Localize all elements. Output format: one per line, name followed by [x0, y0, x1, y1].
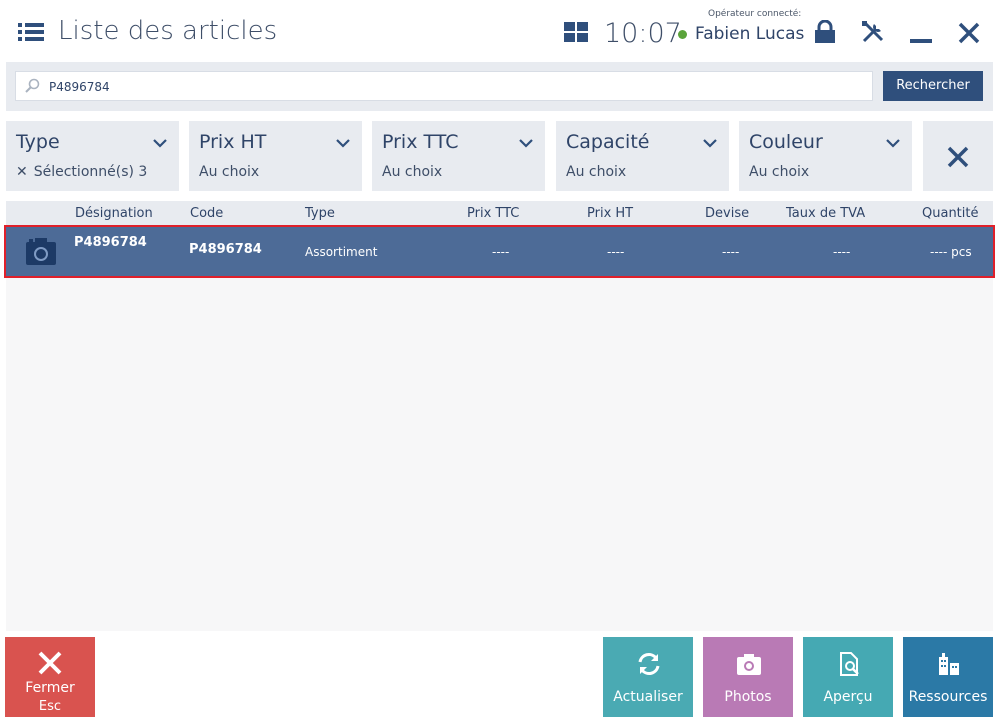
cell-designation: P4896784: [74, 235, 147, 250]
close-button[interactable]: Fermer Esc: [5, 637, 95, 717]
filter-title: Couleur: [749, 131, 823, 153]
lock-icon[interactable]: [814, 19, 836, 44]
column-header[interactable]: Devise: [705, 206, 749, 221]
articles-table: Désignation Code Type Prix TTC Prix HT D…: [4, 201, 995, 631]
clear-selection-icon[interactable]: ✕: [16, 164, 28, 180]
search-button[interactable]: Rechercher: [883, 71, 983, 101]
refresh-icon: [638, 653, 660, 675]
camera-icon: [737, 654, 761, 675]
clock: 10:07: [604, 18, 682, 49]
operator-label: Opérateur connecté:: [708, 9, 802, 19]
clear-filters-button[interactable]: [923, 121, 993, 191]
buildings-icon: [939, 653, 959, 675]
minimize-icon[interactable]: [910, 28, 932, 44]
filter-title: Prix HT: [199, 131, 267, 153]
camera-icon: [26, 237, 56, 265]
filter-value: Au choix: [566, 164, 627, 180]
photos-button[interactable]: Photos: [703, 637, 793, 717]
filter-title: Prix TTC: [382, 131, 459, 153]
search-bar: Rechercher: [6, 62, 993, 111]
resources-button[interactable]: Ressources: [903, 637, 993, 717]
filter-value: Au choix: [382, 164, 443, 180]
menu-icon[interactable]: [18, 22, 44, 42]
column-header[interactable]: Type: [305, 206, 335, 221]
preview-label: Aperçu: [823, 689, 873, 705]
close-icon: [38, 651, 62, 675]
column-header[interactable]: Quantité: [922, 206, 978, 221]
chevron-down-icon: [153, 139, 167, 148]
cell-type: Assortiment: [305, 245, 378, 259]
cell-taux-tva: ----: [833, 245, 851, 259]
column-header[interactable]: Taux de TVA: [786, 206, 865, 221]
filter-prix-ht[interactable]: Prix HT Au choix: [189, 121, 362, 191]
table-row[interactable]: P4896784 P4896784 Assortiment ---- ---- …: [4, 225, 995, 278]
chevron-down-icon: [336, 139, 350, 148]
cell-code: P4896784: [189, 242, 262, 257]
filter-bar: Type ✕ Sélectionné(s) 3 Prix HT Au choix …: [6, 121, 993, 191]
tools-icon[interactable]: [861, 20, 885, 44]
page-title: Liste des articles: [58, 16, 278, 46]
operator-name: Fabien Lucas: [695, 24, 805, 44]
resources-label: Ressources: [908, 689, 988, 705]
filter-value: Au choix: [199, 164, 260, 180]
document-preview-icon: [840, 652, 859, 676]
cell-prix-ttc: ----: [492, 245, 510, 259]
cell-devise: ----: [722, 245, 740, 259]
refresh-label: Actualiser: [613, 689, 683, 705]
column-header[interactable]: Code: [190, 206, 223, 221]
close-label: Fermer: [25, 680, 75, 696]
close-shortcut: Esc: [38, 699, 62, 714]
action-bar: Fermer Esc Actualiser Photos Aperçu Ress…: [0, 631, 998, 719]
search-icon: [24, 78, 40, 94]
cell-prix-ht: ----: [607, 245, 625, 259]
column-header[interactable]: Désignation: [75, 206, 153, 221]
filter-type[interactable]: Type ✕ Sélectionné(s) 3: [6, 121, 179, 191]
table-header: Désignation Code Type Prix TTC Prix HT D…: [6, 201, 993, 225]
refresh-button[interactable]: Actualiser: [603, 637, 693, 717]
column-header[interactable]: Prix HT: [587, 206, 633, 221]
chevron-down-icon: [886, 139, 900, 148]
online-status-dot: [678, 30, 687, 39]
filter-value: Au choix: [749, 164, 810, 180]
filter-title: Capacité: [566, 131, 650, 153]
photos-label: Photos: [724, 689, 772, 705]
preview-button[interactable]: Aperçu: [803, 637, 893, 717]
filter-prix-ttc[interactable]: Prix TTC Au choix: [372, 121, 545, 191]
tiles-icon[interactable]: [564, 22, 588, 42]
filter-couleur[interactable]: Couleur Au choix: [739, 121, 912, 191]
cell-quantite: ---- pcs: [930, 245, 972, 259]
column-header[interactable]: Prix TTC: [467, 206, 519, 221]
filter-capacite[interactable]: Capacité Au choix: [556, 121, 729, 191]
close-icon: [947, 146, 969, 168]
title-bar: Liste des articles 10:07 Opérateur conne…: [0, 0, 998, 62]
filter-title: Type: [16, 131, 60, 153]
search-input[interactable]: [49, 76, 849, 98]
filter-value: ✕ Sélectionné(s) 3: [16, 164, 148, 180]
search-field[interactable]: [15, 71, 873, 101]
close-icon[interactable]: [958, 22, 980, 44]
chevron-down-icon: [703, 139, 717, 148]
chevron-down-icon: [519, 139, 533, 148]
